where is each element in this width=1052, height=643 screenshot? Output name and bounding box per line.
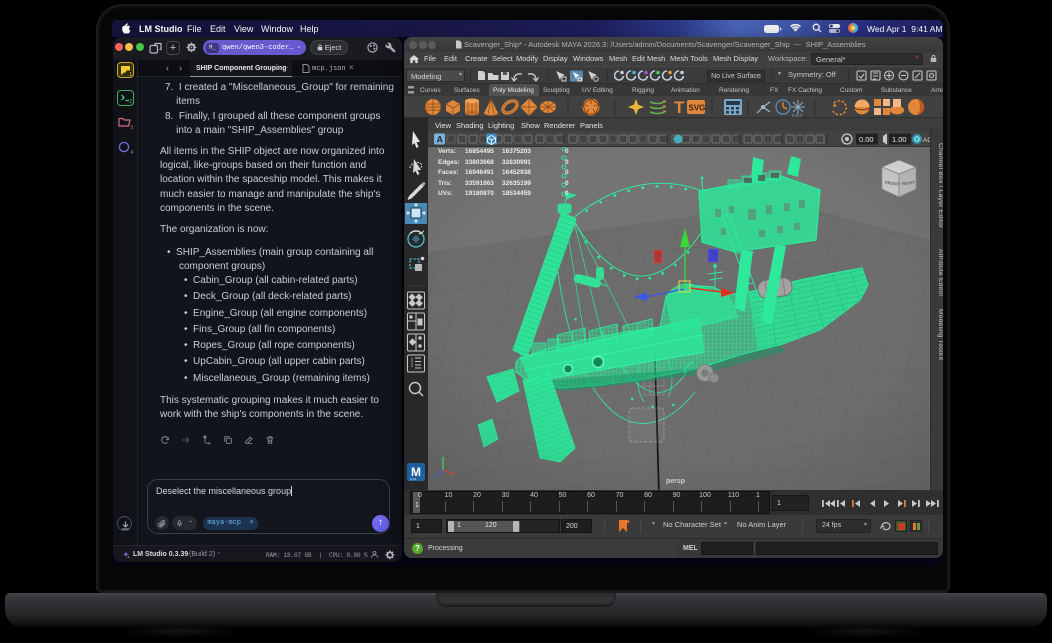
svg-text:1.00: 1.00 bbox=[892, 135, 907, 144]
svg-text:0.00: 0.00 bbox=[859, 135, 874, 144]
svg-text:A: A bbox=[437, 135, 444, 145]
svg-text:AYA: AYA bbox=[410, 478, 417, 482]
svg-text:T: T bbox=[674, 98, 685, 117]
svg-text:SVG: SVG bbox=[689, 104, 706, 113]
